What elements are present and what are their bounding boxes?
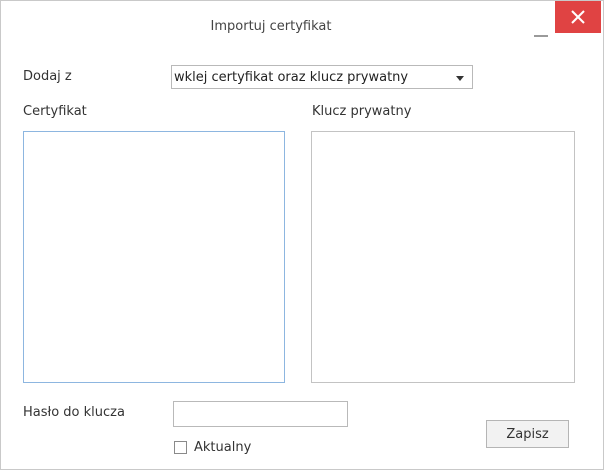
private-key-textarea[interactable] bbox=[311, 131, 575, 383]
dialog-title: Importuj certyfikat bbox=[210, 19, 332, 34]
password-label: Hasło do klucza bbox=[23, 405, 125, 420]
chevron-down-icon bbox=[456, 76, 464, 81]
close-button[interactable] bbox=[555, 1, 601, 33]
password-input[interactable] bbox=[173, 401, 348, 427]
add-from-select[interactable]: wklej certyfikat oraz klucz prywatny bbox=[171, 65, 473, 89]
close-icon bbox=[571, 10, 585, 24]
add-from-label: Dodaj z bbox=[23, 69, 72, 84]
add-from-selected-value: wklej certyfikat oraz klucz prywatny bbox=[174, 70, 409, 85]
minimize-icon bbox=[534, 35, 548, 37]
certificate-textarea[interactable] bbox=[23, 131, 285, 383]
private-key-label: Klucz prywatny bbox=[312, 104, 412, 119]
save-button[interactable]: Zapisz bbox=[486, 420, 569, 448]
minimize-button[interactable] bbox=[531, 17, 551, 41]
current-checkbox-label[interactable]: Aktualny bbox=[194, 440, 251, 455]
import-certificate-dialog: Importuj certyfikat Dodaj z wklej certyf… bbox=[0, 0, 604, 470]
title-bar: Importuj certyfikat bbox=[1, 1, 603, 51]
current-checkbox[interactable] bbox=[174, 441, 187, 454]
certificate-label: Certyfikat bbox=[23, 104, 87, 119]
